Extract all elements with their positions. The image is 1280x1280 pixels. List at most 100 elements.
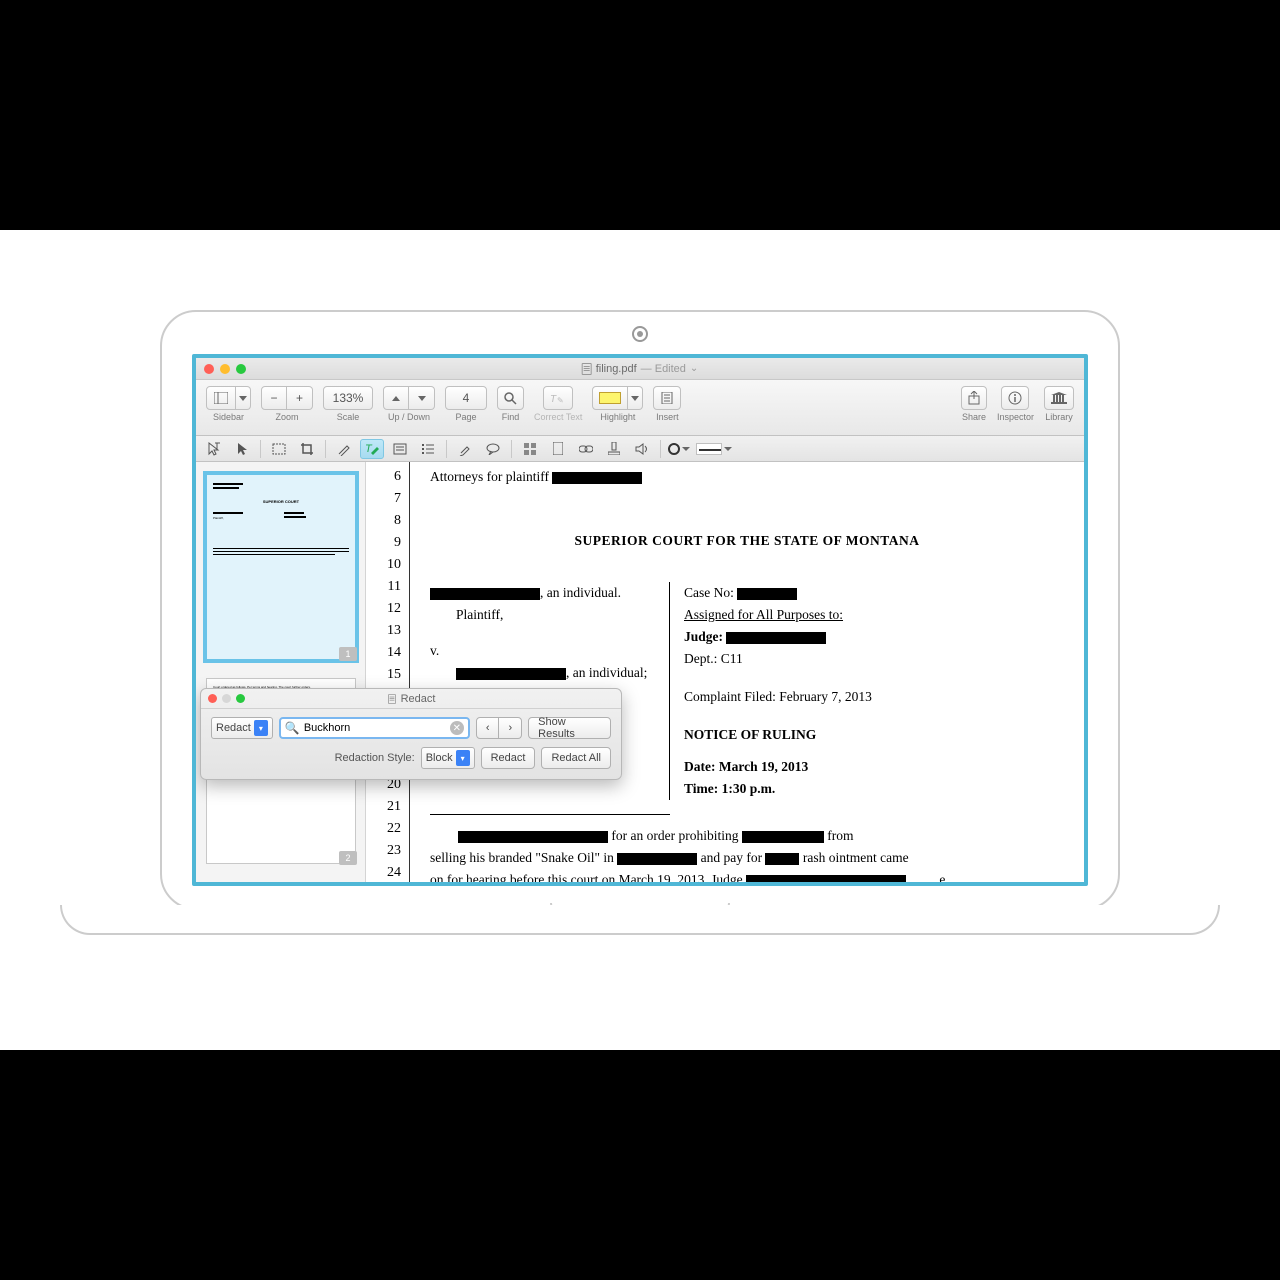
redact-all-button[interactable]: Redact All (541, 747, 611, 769)
document-body: Attorneys for plaintiff SUPERIOR COURT F… (410, 462, 1084, 882)
body-line-20: for an order prohibiting from (430, 825, 1064, 847)
title-dropdown-icon[interactable]: ⌄ (690, 363, 698, 374)
next-result-button[interactable]: › (499, 717, 522, 739)
redact-search-input[interactable] (304, 722, 446, 734)
thumbnail-page-1[interactable]: SUPERIOR COURT Plaintiff, 1 (206, 474, 356, 660)
separator (260, 440, 261, 458)
stroke-swatch-icon (696, 443, 722, 455)
updown-label: Up / Down (388, 412, 430, 422)
minimize-panel-button[interactable] (222, 694, 231, 703)
select-rect-tool-button[interactable] (267, 439, 291, 459)
redaction-block (746, 875, 906, 882)
inspector-label: Inspector (997, 412, 1034, 422)
sidebar-icon (214, 392, 228, 404)
court-title: SUPERIOR COURT FOR THE STATE OF MONTANA (430, 530, 1064, 552)
attorneys-line: Attorneys for plaintiff (430, 469, 552, 484)
titlebar: filing.pdf — Edited ⌄ (196, 358, 1084, 380)
separator (511, 440, 512, 458)
sound-tool-button[interactable] (630, 439, 654, 459)
highlight-tool-button[interactable] (453, 439, 477, 459)
find-label: Find (502, 412, 520, 422)
redaction-block (742, 831, 824, 843)
inspector-button[interactable] (1001, 386, 1029, 410)
grid-tool-button[interactable] (518, 439, 542, 459)
arrow-tool-button[interactable] (230, 439, 254, 459)
share-label: Share (962, 412, 986, 422)
redact-button[interactable]: Redact (481, 747, 536, 769)
insert-page-icon (660, 392, 674, 404)
correct-text-button[interactable]: T✎ (543, 386, 573, 410)
form-tool-button[interactable] (388, 439, 412, 459)
show-results-button[interactable]: Show Results (528, 717, 611, 739)
zoom-out-button[interactable]: − (261, 386, 287, 410)
app-window: filing.pdf — Edited ⌄ Sidebar − + (192, 354, 1088, 886)
crop-tool-button[interactable] (295, 439, 319, 459)
document-icon (388, 694, 396, 704)
highlight-button[interactable] (592, 386, 628, 410)
stroke-color-button[interactable] (667, 439, 691, 459)
redact-panel-titlebar[interactable]: Redact (201, 689, 621, 709)
search-icon (504, 392, 517, 405)
dropdown-arrow-icon: ▾ (254, 720, 268, 736)
zoom-panel-button[interactable] (236, 694, 245, 703)
redact-panel: Redact Redact▾ 🔍 ✕ ‹ › Show (200, 688, 622, 780)
redaction-block (726, 632, 826, 644)
thumbnail-page-number: 1 (339, 647, 357, 661)
library-label: Library (1045, 412, 1073, 422)
find-button[interactable] (497, 386, 524, 410)
scale-field[interactable]: 133% (323, 386, 373, 410)
thumbnail-sidebar: SUPERIOR COURT Plaintiff, 1 Court ordere… (196, 462, 366, 882)
redact-search-field[interactable]: 🔍 ✕ (279, 717, 470, 739)
redaction-block (458, 831, 608, 843)
redaction-block (617, 853, 697, 865)
share-button[interactable] (961, 386, 987, 410)
page-field[interactable]: 4 (445, 386, 487, 410)
svg-text:✎: ✎ (557, 396, 564, 404)
circle-icon (668, 443, 680, 455)
minimize-window-button[interactable] (220, 364, 230, 374)
scale-label: Scale (337, 412, 360, 422)
page-up-button[interactable] (383, 386, 409, 410)
correct-text-icon: T✎ (550, 392, 566, 404)
separator (660, 440, 661, 458)
stroke-style-button[interactable] (695, 439, 733, 459)
main-toolbar: Sidebar − + Zoom 133% Scale Up / Down (196, 380, 1084, 436)
text-select-tool-button[interactable] (202, 439, 226, 459)
laptop-frame: filing.pdf — Edited ⌄ Sidebar − + (160, 310, 1120, 910)
highlight-swatch-icon (599, 392, 621, 404)
clear-search-button[interactable]: ✕ (450, 721, 464, 735)
link-tool-button[interactable] (574, 439, 598, 459)
toc-tool-button[interactable] (416, 439, 440, 459)
svg-text:T: T (550, 394, 557, 404)
camera-icon (632, 326, 648, 342)
close-panel-button[interactable] (208, 694, 217, 703)
share-icon (968, 391, 980, 405)
freehand-tool-button[interactable] (332, 439, 356, 459)
sidebar-toggle-button[interactable] (206, 386, 236, 410)
redaction-style-select[interactable]: Block▾ (421, 747, 475, 769)
zoom-window-button[interactable] (236, 364, 246, 374)
redact-tool-button[interactable]: T (360, 439, 384, 459)
stamp-tool-button[interactable] (602, 439, 626, 459)
highlight-dropdown-button[interactable] (628, 386, 643, 410)
page-down-button[interactable] (409, 386, 435, 410)
thumbnail-page-number: 2 (339, 851, 357, 865)
zoom-label: Zoom (275, 412, 298, 422)
line-numbers: 6789101112131415161718192021222324 (366, 462, 410, 882)
close-window-button[interactable] (204, 364, 214, 374)
page-tool-button[interactable] (546, 439, 570, 459)
redaction-block (430, 588, 540, 600)
highlight-label: Highlight (600, 412, 635, 422)
redact-mode-select[interactable]: Redact▾ (211, 717, 273, 739)
zoom-in-button[interactable]: + (287, 386, 313, 410)
info-icon (1008, 391, 1022, 405)
page-view[interactable]: 6789101112131415161718192021222324 Attor… (366, 462, 1084, 882)
insert-label: Insert (656, 412, 679, 422)
library-button[interactable] (1044, 386, 1074, 410)
sidebar-dropdown-button[interactable] (236, 386, 251, 410)
note-tool-button[interactable] (481, 439, 505, 459)
prev-result-button[interactable]: ‹ (476, 717, 500, 739)
insert-button[interactable] (653, 386, 681, 410)
library-icon (1051, 392, 1067, 404)
redaction-style-label: Redaction Style: (335, 752, 415, 764)
